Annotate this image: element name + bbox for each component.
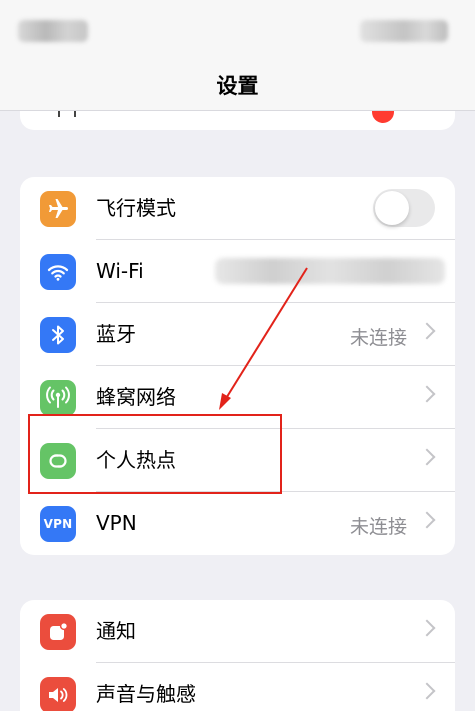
speaker-icon (40, 677, 76, 711)
navigation-bar: 设置 (0, 50, 475, 111)
settings-row-notifications[interactable]: 通知 (20, 600, 455, 663)
row-label: 声音与触感 (96, 682, 196, 706)
chevron-right-icon (418, 448, 436, 466)
row-label: 蓝牙 (96, 322, 136, 346)
bluetooth-status-value: 未连接 (349, 327, 407, 349)
chevron-right-icon (418, 322, 436, 340)
settings-row-bluetooth[interactable]: 蓝牙 未连接 (20, 303, 455, 366)
cellular-icon (40, 380, 76, 416)
notification-bell-icon (40, 614, 76, 650)
chevron-right-icon (418, 682, 436, 700)
bluetooth-icon (40, 317, 76, 353)
chevron-right-icon (418, 511, 436, 529)
notification-badge (372, 111, 394, 123)
row-label: 蜂窝网络 (96, 385, 176, 409)
chevron-right-icon (418, 619, 436, 637)
clipped-row-glyph (58, 111, 76, 117)
vpn-icon: VPN (40, 506, 76, 542)
airplane-mode-toggle[interactable] (373, 189, 435, 227)
status-time-blurred (18, 20, 88, 42)
vpn-icon-text: VPN (43, 517, 73, 531)
annotation-highlight-box (28, 414, 282, 494)
settings-row-wifi[interactable]: Wi-Fi (20, 240, 455, 303)
notifications-group: 通知 声音与触感 (20, 600, 455, 711)
status-indicators-blurred (360, 20, 448, 42)
chevron-right-icon (418, 385, 436, 403)
row-label: 飞行模式 (96, 196, 176, 220)
row-label: 通知 (96, 619, 136, 643)
connectivity-group: 飞行模式 Wi-Fi 蓝牙 未连接 蜂窝网络 个人热点 VPN VPN 未连接 (20, 177, 455, 555)
settings-row-vpn[interactable]: VPN VPN 未连接 (20, 492, 455, 555)
page-title: 设置 (216, 74, 259, 98)
airplane-icon (40, 191, 76, 227)
row-label: Wi-Fi (96, 259, 144, 283)
settings-row-sounds-haptics[interactable]: 声音与触感 (20, 663, 455, 711)
vpn-status-value: 未连接 (349, 516, 407, 538)
status-bar (0, 0, 475, 50)
wifi-icon (40, 254, 76, 290)
row-label: VPN (96, 511, 137, 535)
apple-id-card-clipped[interactable] (20, 111, 455, 130)
wifi-network-name-blurred (215, 258, 445, 284)
toggle-knob (375, 191, 409, 225)
settings-row-airplane-mode[interactable]: 飞行模式 (20, 177, 455, 240)
